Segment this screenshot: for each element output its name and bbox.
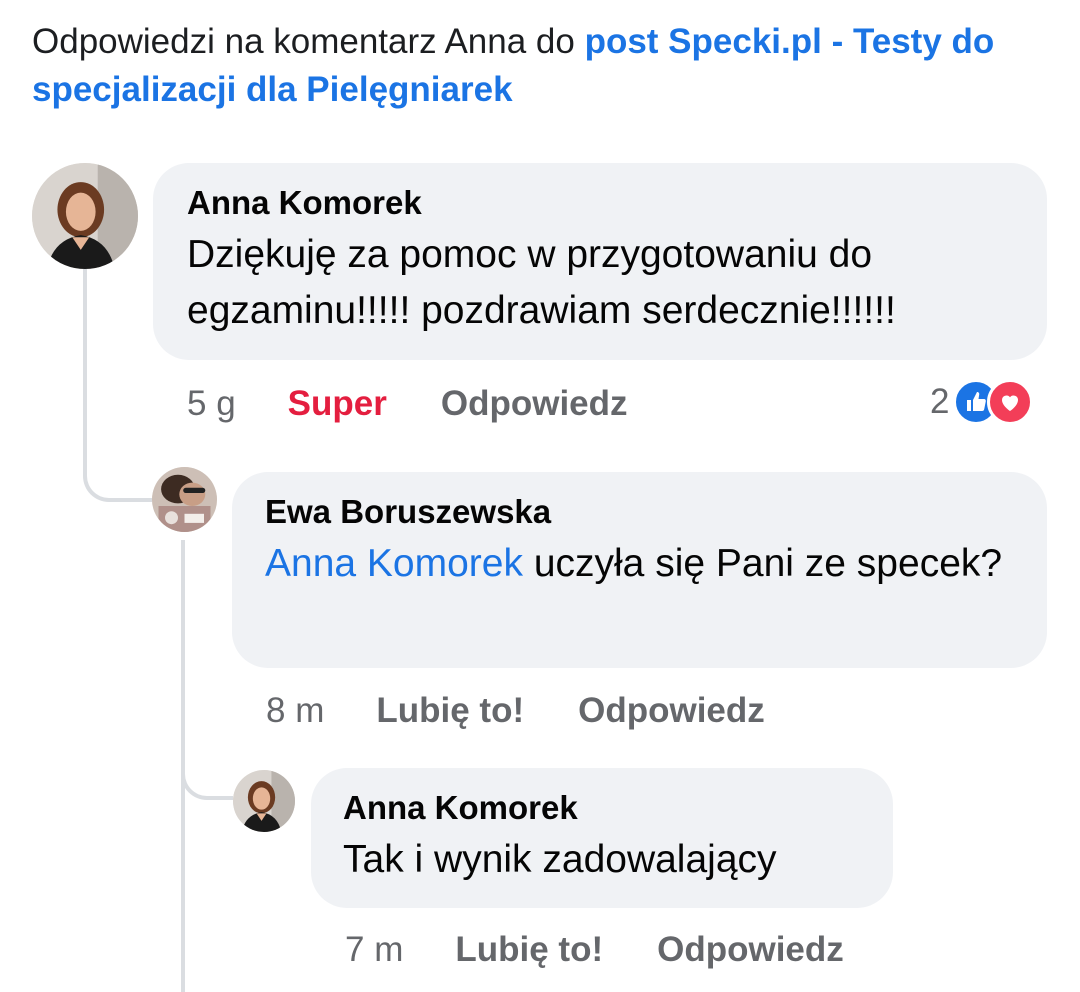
- header-prefix: Odpowiedzi na komentarz Anna do: [32, 22, 585, 61]
- thread-line-main: [83, 268, 87, 468]
- comment-time[interactable]: 5 g: [187, 384, 236, 424]
- like-button[interactable]: Lubię to!: [376, 691, 524, 731]
- love-icon: [987, 379, 1034, 425]
- reaction-count: 2: [930, 382, 950, 421]
- avatar-anna[interactable]: [32, 163, 138, 269]
- mention-link[interactable]: Anna Komorek: [265, 542, 523, 585]
- comment-author[interactable]: Anna Komorek: [187, 183, 1013, 223]
- comment-actions-2: 8 m Lubię to! Odpowiedz: [266, 687, 765, 735]
- avatar-photo-anna: [32, 163, 138, 269]
- comment-bubble-3[interactable]: Anna Komorek Tak i wynik zadowalający: [311, 768, 893, 908]
- comment-time[interactable]: 8 m: [266, 691, 324, 731]
- avatar-ewa[interactable]: [152, 467, 217, 532]
- comment-actions-1: 5 g Super Odpowiedz: [187, 380, 628, 428]
- like-button[interactable]: Lubię to!: [455, 930, 603, 970]
- comment-text: Tak i wynik zadowalający: [343, 838, 777, 881]
- comment-actions-3: 7 m Lubię to! Odpowiedz: [345, 926, 844, 974]
- thread-connector-1: [83, 450, 155, 502]
- reply-button[interactable]: Odpowiedz: [657, 930, 844, 970]
- comment-text: Dziękuję za pomoc w przygotowaniu do egz…: [187, 233, 896, 332]
- avatar-photo-ewa: [152, 467, 217, 532]
- comment-time[interactable]: 7 m: [345, 930, 403, 970]
- reply-button[interactable]: Odpowiedz: [578, 691, 765, 731]
- replies-header: Odpowiedzi na komentarz Anna do post Spe…: [32, 18, 1032, 114]
- comment-bubble-1[interactable]: Anna Komorek Dziękuję za pomoc w przygot…: [153, 163, 1047, 360]
- comment-text-body: uczyła się Pani ze specek?: [522, 542, 1003, 585]
- comment-bubble-2[interactable]: Ewa Boruszewska Anna Komorek uczyła się …: [232, 472, 1047, 668]
- avatar-anna-reply[interactable]: [233, 770, 295, 832]
- reaction-summary[interactable]: 2: [930, 378, 1034, 426]
- comment-text: Anna Komorek uczyła się Pani ze specek?: [265, 536, 1014, 592]
- thread-connector-2: [181, 760, 233, 800]
- comment-author[interactable]: Anna Komorek: [343, 788, 861, 828]
- avatar-photo-anna-reply: [233, 770, 295, 832]
- comment-author[interactable]: Ewa Boruszewska: [265, 492, 1014, 532]
- reply-button[interactable]: Odpowiedz: [441, 384, 628, 424]
- reaction-super-button[interactable]: Super: [288, 384, 387, 424]
